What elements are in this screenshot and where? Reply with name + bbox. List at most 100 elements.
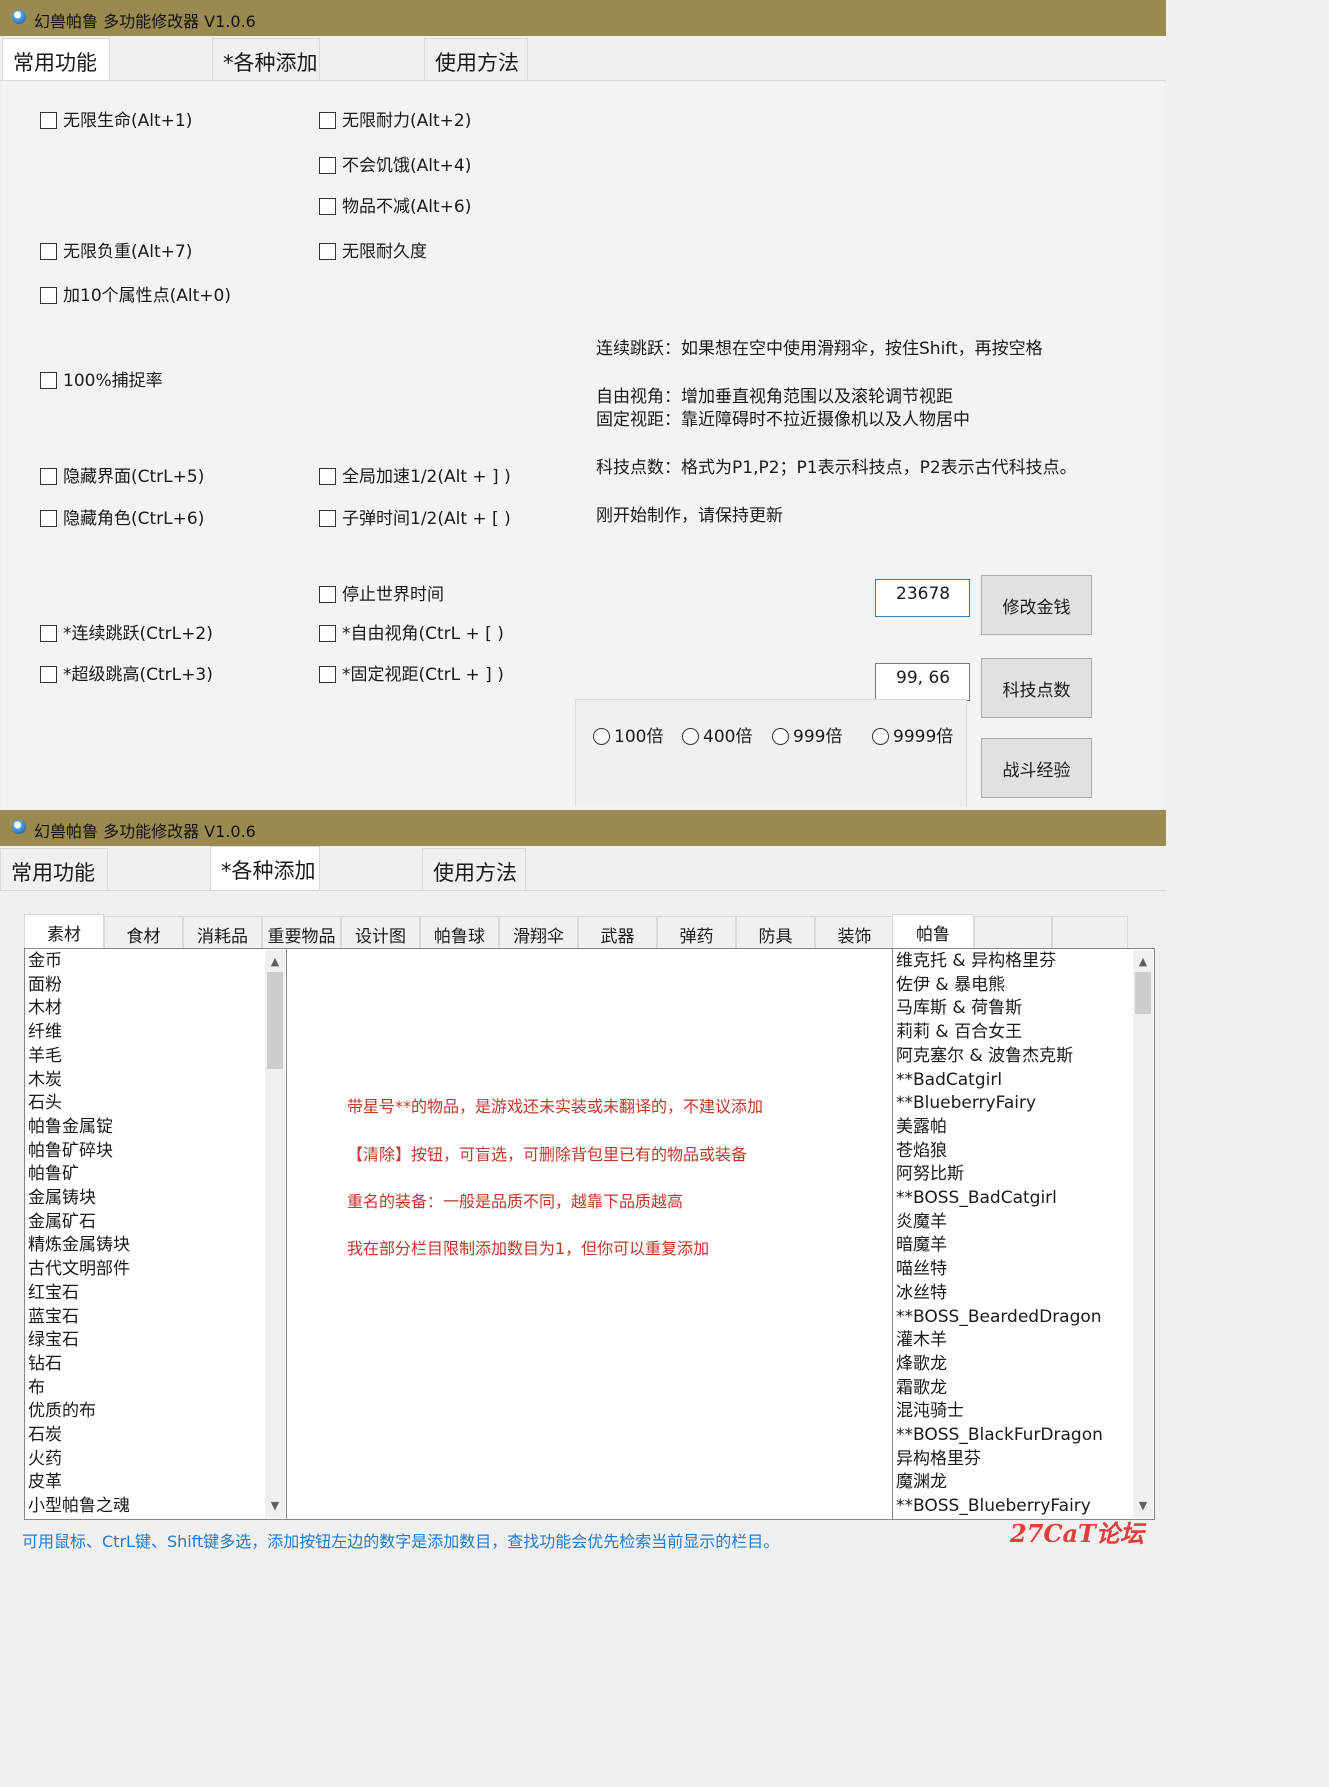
radio-dot[interactable] [872, 728, 889, 745]
radio-100x[interactable]: 100倍 [593, 726, 663, 748]
checkbox-global-speed[interactable]: 全局加速1/2(Alt + ] ) [319, 466, 511, 488]
radio-dot[interactable] [772, 728, 789, 745]
scroll-up-icon[interactable]: ▲ [1133, 952, 1153, 972]
list-item[interactable]: 石炭 [28, 1424, 62, 1448]
checkbox-box[interactable] [319, 112, 336, 129]
list-item[interactable]: 阿克塞尔 & 波鲁杰克斯 [896, 1045, 1073, 1069]
subtab-pal-spheres[interactable]: 帕鲁球 [420, 916, 499, 948]
list-item[interactable]: **BOSS_BadCatgirl [896, 1187, 1057, 1211]
scroll-thumb[interactable] [267, 972, 283, 1069]
list-item[interactable]: 小型帕鲁之魂 [28, 1495, 130, 1519]
list-item[interactable]: 炎魔羊 [896, 1211, 947, 1235]
list-item[interactable]: 灌木羊 [896, 1329, 947, 1353]
list-item[interactable]: 帕鲁矿 [28, 1163, 79, 1187]
scroll-down-icon[interactable]: ▼ [1133, 1496, 1153, 1516]
list-item[interactable]: 羊毛 [28, 1045, 62, 1069]
tech-points-button[interactable]: 科技点数 [981, 658, 1092, 718]
tab-usage[interactable]: 使用方法 [424, 38, 528, 80]
list-item[interactable]: 喵丝特 [896, 1258, 947, 1282]
list-item[interactable]: 莉莉 & 百合女王 [896, 1021, 1022, 1045]
checkbox-stop-world-time[interactable]: 停止世界时间 [319, 584, 444, 606]
list-item[interactable]: 红宝石 [28, 1282, 79, 1306]
tech-points-input[interactable]: 99, 66 [875, 663, 970, 701]
list-item[interactable]: **BOSS_BeardedDragon [896, 1306, 1102, 1330]
subtab-consumables[interactable]: 消耗品 [183, 916, 262, 948]
checkbox-infinite-hp[interactable]: 无限生命(Alt+1) [40, 110, 192, 132]
checkbox-infinite-weight[interactable]: 无限负重(Alt+7) [40, 241, 192, 263]
list-item[interactable]: 维克托 & 异构格里芬 [896, 950, 1056, 974]
subtab-materials[interactable]: 素材 [24, 914, 104, 948]
checkbox-hide-ui[interactable]: 隐藏界面(CtrL+5) [40, 466, 204, 488]
list-item[interactable]: 优质的布 [28, 1400, 96, 1424]
subtab-empty[interactable] [974, 916, 1052, 948]
tab-usage[interactable]: 使用方法 [422, 848, 526, 890]
subtab-gliders[interactable]: 滑翔伞 [499, 916, 578, 948]
list-item[interactable]: 木炭 [28, 1069, 62, 1093]
checkbox-fixed-distance[interactable]: *固定视距(CtrL + ] ) [319, 664, 504, 686]
checkbox-box[interactable] [319, 157, 336, 174]
list-item[interactable]: 烽歌龙 [896, 1353, 947, 1377]
list-item[interactable]: 暗魔羊 [896, 1234, 947, 1258]
list-item[interactable]: 金币 [28, 950, 62, 974]
list-item[interactable]: 精炼金属铸块 [28, 1234, 130, 1258]
list-item[interactable]: 霜歌龙 [896, 1377, 947, 1401]
list-item[interactable]: 钻石 [28, 1353, 62, 1377]
checkbox-box[interactable] [319, 468, 336, 485]
checkbox-free-view[interactable]: *自由视角(CtrL + [ ) [319, 623, 504, 645]
list-item[interactable]: 古代文明部件 [28, 1258, 130, 1282]
list-item[interactable]: **BlueberryFairy [896, 1092, 1036, 1116]
list-item[interactable]: 火药 [28, 1448, 62, 1472]
subtab-armor[interactable]: 防具 [736, 916, 815, 948]
checkbox-add-attr-points[interactable]: 加10个属性点(Alt+0) [40, 285, 231, 307]
checkbox-box[interactable] [40, 243, 57, 260]
checkbox-box[interactable] [319, 666, 336, 683]
checkbox-infinite-durability[interactable]: 无限耐久度 [319, 241, 427, 263]
list-item[interactable]: 混沌骑士 [896, 1400, 964, 1424]
checkbox-hide-character[interactable]: 隐藏角色(CtrL+6) [40, 508, 204, 530]
radio-400x[interactable]: 400倍 [682, 726, 752, 748]
scroll-thumb[interactable] [1135, 972, 1151, 1014]
checkbox-infinite-stamina[interactable]: 无限耐力(Alt+2) [319, 110, 471, 132]
checkbox-bullet-time[interactable]: 子弹时间1/2(Alt + [ ) [319, 508, 511, 530]
list-item[interactable]: 绿宝石 [28, 1329, 79, 1353]
subtab-pals[interactable]: 帕鲁 [892, 914, 974, 948]
tab-common[interactable]: 常用功能 [2, 38, 110, 80]
modify-money-button[interactable]: 修改金钱 [981, 575, 1092, 635]
radio-999x[interactable]: 999倍 [772, 726, 842, 748]
checkbox-super-jump[interactable]: *超级跳高(CtrL+3) [40, 664, 213, 686]
checkbox-box[interactable] [319, 243, 336, 260]
subtab-blueprints[interactable]: 设计图 [341, 916, 420, 948]
list-item[interactable]: 纤维 [28, 1021, 62, 1045]
list-item[interactable]: **BadCatgirl [896, 1069, 1002, 1093]
checkbox-box[interactable] [40, 112, 57, 129]
list-item[interactable]: 金属矿石 [28, 1211, 96, 1235]
list-item[interactable]: 阿努比斯 [896, 1163, 964, 1187]
tab-common[interactable]: 常用功能 [0, 848, 108, 890]
pals-scrollbar[interactable]: ▲ ▼ [1133, 950, 1153, 1518]
checkbox-no-hunger[interactable]: 不会饥饿(Alt+4) [319, 155, 471, 177]
pals-list[interactable]: 维克托 & 异构格里芬 佐伊 & 暴电熊 马库斯 & 荷鲁斯 莉莉 & 百合女王 阿克塞… [892, 948, 1155, 1520]
list-item[interactable]: 马库斯 & 荷鲁斯 [896, 997, 1022, 1021]
subtab-ammo[interactable]: 弹药 [657, 916, 736, 948]
subtab-accessories[interactable]: 装饰 [815, 916, 894, 948]
radio-dot[interactable] [682, 728, 699, 745]
list-item[interactable]: 魔渊龙 [896, 1471, 947, 1495]
checkbox-box[interactable] [40, 666, 57, 683]
radio-dot[interactable] [593, 728, 610, 745]
list-item[interactable]: 美露帕 [896, 1116, 947, 1140]
checkbox-box[interactable] [319, 625, 336, 642]
checkbox-items-no-decrease[interactable]: 物品不减(Alt+6) [319, 196, 471, 218]
list-item[interactable]: 帕鲁矿碎块 [28, 1140, 113, 1164]
money-input[interactable]: 23678 [875, 579, 970, 617]
list-item[interactable]: 冰丝特 [896, 1282, 947, 1306]
checkbox-box[interactable] [319, 510, 336, 527]
radio-9999x[interactable]: 9999倍 [872, 726, 953, 748]
list-item[interactable]: 皮革 [28, 1471, 62, 1495]
checkbox-box[interactable] [40, 468, 57, 485]
tab-add[interactable]: *各种添加 [212, 38, 320, 80]
materials-list[interactable]: 金币 面粉 木材 纤维 羊毛 木炭 石头 帕鲁金属锭 帕鲁矿碎块 帕鲁矿 金属铸块 金属矿石 精炼金属铸… [24, 948, 287, 1520]
subtab-weapons[interactable]: 武器 [578, 916, 657, 948]
list-item[interactable]: **BOSS_BlackFurDragon [896, 1424, 1103, 1448]
list-item[interactable]: 佐伊 & 暴电熊 [896, 974, 1005, 998]
scroll-up-icon[interactable]: ▲ [265, 952, 285, 972]
